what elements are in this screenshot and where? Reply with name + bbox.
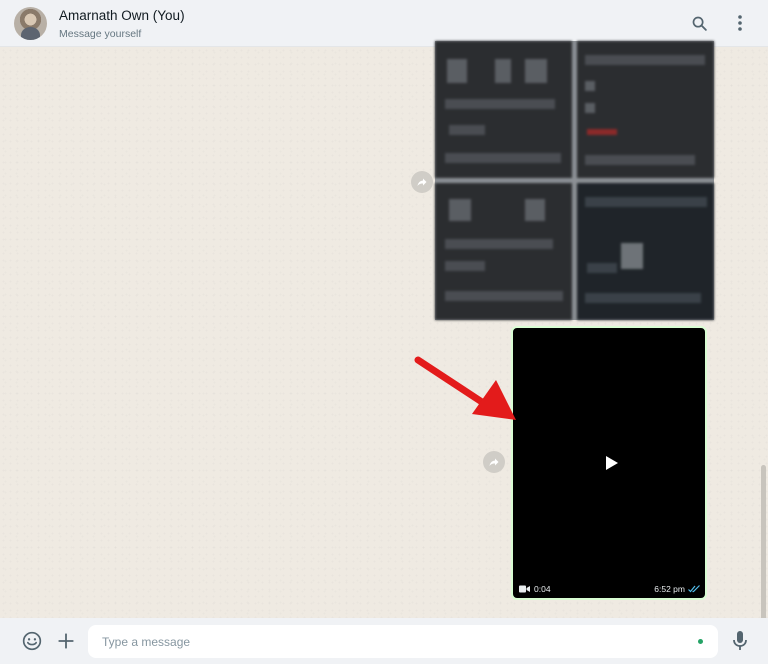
menu-button[interactable] [729, 12, 751, 34]
search-button[interactable] [688, 12, 710, 34]
album-image[interactable] [577, 183, 714, 320]
image-album[interactable] [435, 41, 714, 320]
message-meta: 6:52 pm [654, 584, 701, 594]
red-arrow-annotation [414, 356, 516, 420]
video-message[interactable]: 0:04 6:52 pm [511, 326, 707, 600]
plus-icon [58, 633, 74, 649]
play-icon [606, 456, 618, 470]
message-input[interactable] [88, 625, 718, 658]
play-button[interactable] [601, 452, 623, 474]
message-time: 6:52 pm [654, 584, 685, 594]
forward-button[interactable] [483, 451, 505, 473]
status-dot [698, 639, 703, 644]
album-image[interactable] [435, 41, 572, 178]
forward-button[interactable] [411, 171, 433, 193]
forward-icon [489, 458, 499, 466]
chat-title-block[interactable]: Amarnath Own (You) Message yourself [59, 8, 185, 41]
avatar[interactable] [14, 7, 47, 40]
chat-title: Amarnath Own (You) [59, 8, 185, 23]
kebab-menu-icon [738, 15, 742, 31]
chat-header: Amarnath Own (You) Message yourself [0, 0, 768, 47]
album-image[interactable] [577, 41, 714, 178]
video-info: 0:04 [519, 584, 551, 594]
chat-subtitle: Message yourself [59, 28, 142, 40]
microphone-icon [733, 631, 747, 650]
voice-message-button[interactable] [729, 629, 751, 653]
attach-button[interactable] [55, 630, 77, 652]
forward-icon [417, 178, 427, 186]
video-duration: 0:04 [534, 584, 551, 594]
emoji-button[interactable] [21, 630, 43, 652]
emoji-icon [22, 631, 42, 651]
composer-bar [0, 618, 768, 664]
double-check-icon [688, 585, 700, 593]
video-camera-icon [519, 585, 530, 593]
album-image[interactable] [435, 183, 572, 320]
search-icon [692, 16, 707, 31]
